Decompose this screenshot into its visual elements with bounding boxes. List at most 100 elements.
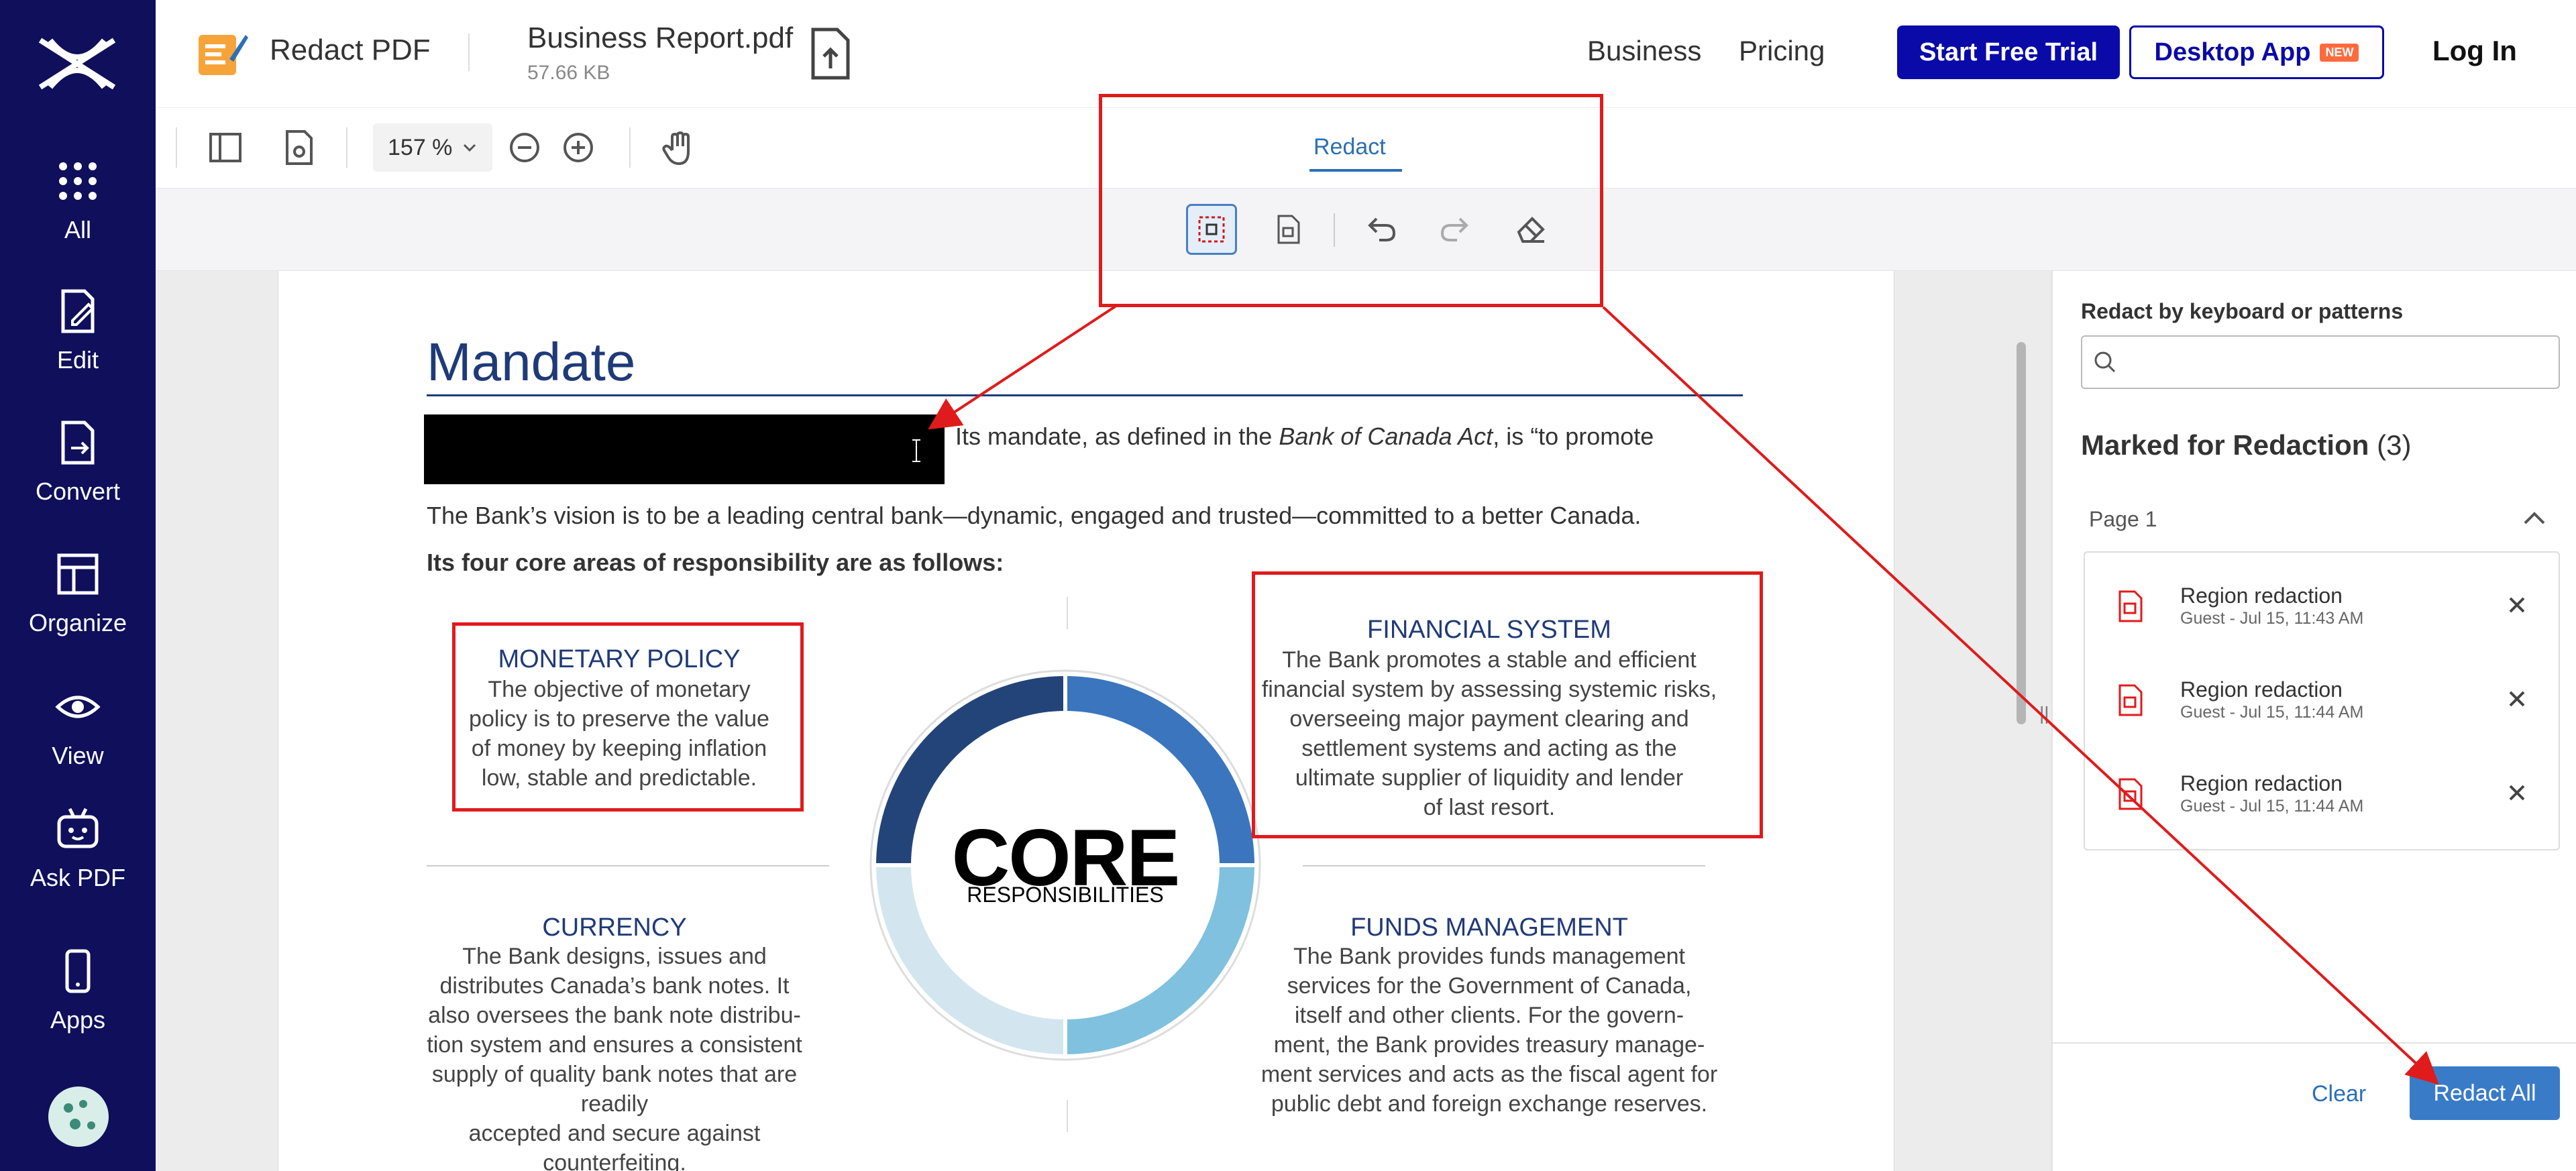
section-divider — [427, 865, 829, 867]
robot-icon — [57, 807, 99, 848]
redaction-list-item[interactable]: Region redaction Guest - Jul 15, 11:43 A… — [2084, 562, 2560, 649]
rail-item-label: View — [52, 742, 104, 769]
rail-item-edit[interactable]: Edit — [0, 288, 156, 402]
text-cursor-icon — [912, 439, 920, 462]
phone-icon — [65, 949, 91, 993]
region-redaction-icon — [2118, 590, 2143, 622]
redaction-meta: Guest - Jul 15, 11:44 AM — [2180, 797, 2364, 816]
page-settings-icon[interactable] — [279, 127, 319, 168]
text-line: tion system and ensures a consistent — [427, 1032, 802, 1058]
text-line: ment services and acts as the fiscal age… — [1260, 1062, 1718, 1087]
annotation-highlight-monetary — [452, 622, 804, 812]
chevron-down-icon — [464, 144, 476, 152]
text-line: distributes Canada’s bank notes. It — [439, 973, 790, 999]
text-line: services for the Government of Canada, — [1287, 973, 1692, 999]
redact-app-icon — [199, 35, 248, 75]
mandate-act-name: Bank of Canada Act — [1279, 423, 1493, 450]
eye-icon — [55, 695, 101, 718]
redaction-list-item[interactable]: Region redaction Guest - Jul 15, 11:44 A… — [2084, 656, 2560, 743]
region-redaction-icon — [2118, 778, 2143, 810]
upload-file-icon[interactable] — [809, 27, 852, 80]
marked-count: (3) — [2377, 429, 2412, 461]
text-line: public debt and foreign exchange reserve… — [1271, 1091, 1708, 1117]
redaction-title: Region redaction — [2180, 771, 2343, 795]
pattern-search-input[interactable] — [2081, 335, 2560, 389]
annotation-highlight-financial — [1252, 571, 1763, 838]
annotation-highlight-toolbar — [1099, 94, 1603, 307]
grid-icon — [59, 162, 97, 200]
zoom-select[interactable]: 157 % — [373, 123, 492, 172]
panel-footer-divider — [2051, 1042, 2576, 1044]
panel-resize-handle[interactable]: || — [2039, 703, 2049, 724]
rail-item-label: Ask PDF — [30, 864, 125, 891]
text-line: itself and other clients. For the govern… — [1294, 1003, 1684, 1028]
rail-item-convert[interactable]: Convert — [0, 420, 156, 534]
text-line: also oversees the bank note distribu- — [428, 1003, 801, 1028]
toolbar-separator — [346, 127, 347, 168]
funds-management-heading: FUNDS MANAGEMENT — [1350, 913, 1628, 942]
core-areas-intro: Its four core areas of responsibility ar… — [427, 549, 1004, 576]
section-divider — [1303, 865, 1705, 867]
redaction-title: Region redaction — [2180, 583, 2343, 608]
search-label: Redact by keyboard or patterns — [2081, 299, 2404, 323]
text-line: supply of quality bank notes that are re… — [431, 1062, 798, 1117]
text-line: ment, the Bank provides treasury manage- — [1273, 1032, 1705, 1058]
text-line: The Bank provides funds management — [1293, 944, 1685, 969]
rail-item-organize[interactable]: Organize — [0, 551, 156, 665]
doc-heading: Mandate — [427, 332, 636, 392]
mandate-line: Its mandate, as defined in the Bank of C… — [955, 423, 1654, 451]
close-icon[interactable] — [2505, 781, 2529, 805]
page-group-label: Page 1 — [2089, 507, 2157, 531]
header-divider — [468, 34, 470, 71]
section-divider — [1067, 1100, 1068, 1132]
cookie-settings-icon[interactable] — [48, 1086, 109, 1147]
text-line: The Bank designs, issues and — [462, 944, 767, 969]
toolbar-separator — [629, 127, 631, 168]
redaction-meta: Guest - Jul 15, 11:44 AM — [2180, 703, 2364, 722]
clear-button[interactable]: Clear — [2312, 1081, 2366, 1107]
redact-all-button[interactable]: Redact All — [2410, 1066, 2560, 1120]
redaction-list-item[interactable]: Region redaction Guest - Jul 15, 11:44 A… — [2084, 750, 2560, 837]
new-badge: NEW — [2320, 43, 2359, 62]
rail-item-ask-pdf[interactable]: Ask PDF — [0, 806, 156, 920]
app-logo-icon[interactable] — [34, 34, 121, 94]
zoom-in-icon[interactable] — [558, 127, 598, 168]
chevron-up-icon[interactable] — [2520, 503, 2549, 533]
close-icon[interactable] — [2505, 593, 2529, 617]
edit-icon — [61, 289, 95, 333]
nav-pricing-link[interactable]: Pricing — [1739, 35, 1825, 67]
close-icon[interactable] — [2505, 687, 2529, 711]
vertical-scrollbar[interactable] — [2017, 342, 2026, 724]
mandate-text-1: Its mandate, as defined in the — [955, 423, 1279, 450]
redaction-title: Region redaction — [2180, 677, 2343, 702]
vision-line: The Bank’s vision is to be a leading cen… — [427, 502, 1642, 529]
rail-item-label: Organize — [28, 609, 127, 636]
file-name: Business Report.pdf — [527, 21, 794, 54]
redaction-mark[interactable] — [424, 414, 945, 484]
zoom-value: 157 % — [388, 134, 453, 160]
rail-item-label: Edit — [56, 346, 99, 374]
rail-item-view[interactable]: View — [0, 684, 156, 798]
redaction-meta: Guest - Jul 15, 11:43 AM — [2180, 609, 2364, 628]
organize-icon — [57, 553, 99, 595]
rail-item-label: Apps — [50, 1006, 106, 1034]
convert-icon — [61, 421, 95, 465]
marked-for-redaction-title: Marked for Redaction (3) — [2081, 429, 2411, 461]
desktop-app-button[interactable]: Desktop App NEW — [2129, 25, 2384, 79]
log-in-button[interactable]: Log In — [2432, 35, 2517, 67]
nav-business-link[interactable]: Business — [1587, 35, 1701, 67]
sidebar-toggle-icon[interactable] — [205, 127, 246, 168]
pan-hand-icon[interactable] — [659, 127, 699, 168]
rail-item-label: All — [64, 216, 91, 243]
rail-item-all[interactable]: All — [0, 158, 156, 272]
currency-heading: CURRENCY — [542, 913, 687, 942]
rail-item-apps[interactable]: Apps — [0, 948, 156, 1062]
desktop-app-label: Desktop App — [2154, 38, 2311, 66]
start-free-trial-button[interactable]: Start Free Trial — [1897, 25, 2120, 79]
region-redaction-icon — [2118, 684, 2143, 716]
core-subtitle: RESPONSIBILITIES — [967, 883, 1164, 907]
zoom-out-icon[interactable] — [504, 127, 545, 168]
file-size: 57.66 KB — [527, 62, 610, 84]
section-divider — [1067, 597, 1068, 629]
marked-title-text: Marked for Redaction — [2081, 429, 2369, 461]
